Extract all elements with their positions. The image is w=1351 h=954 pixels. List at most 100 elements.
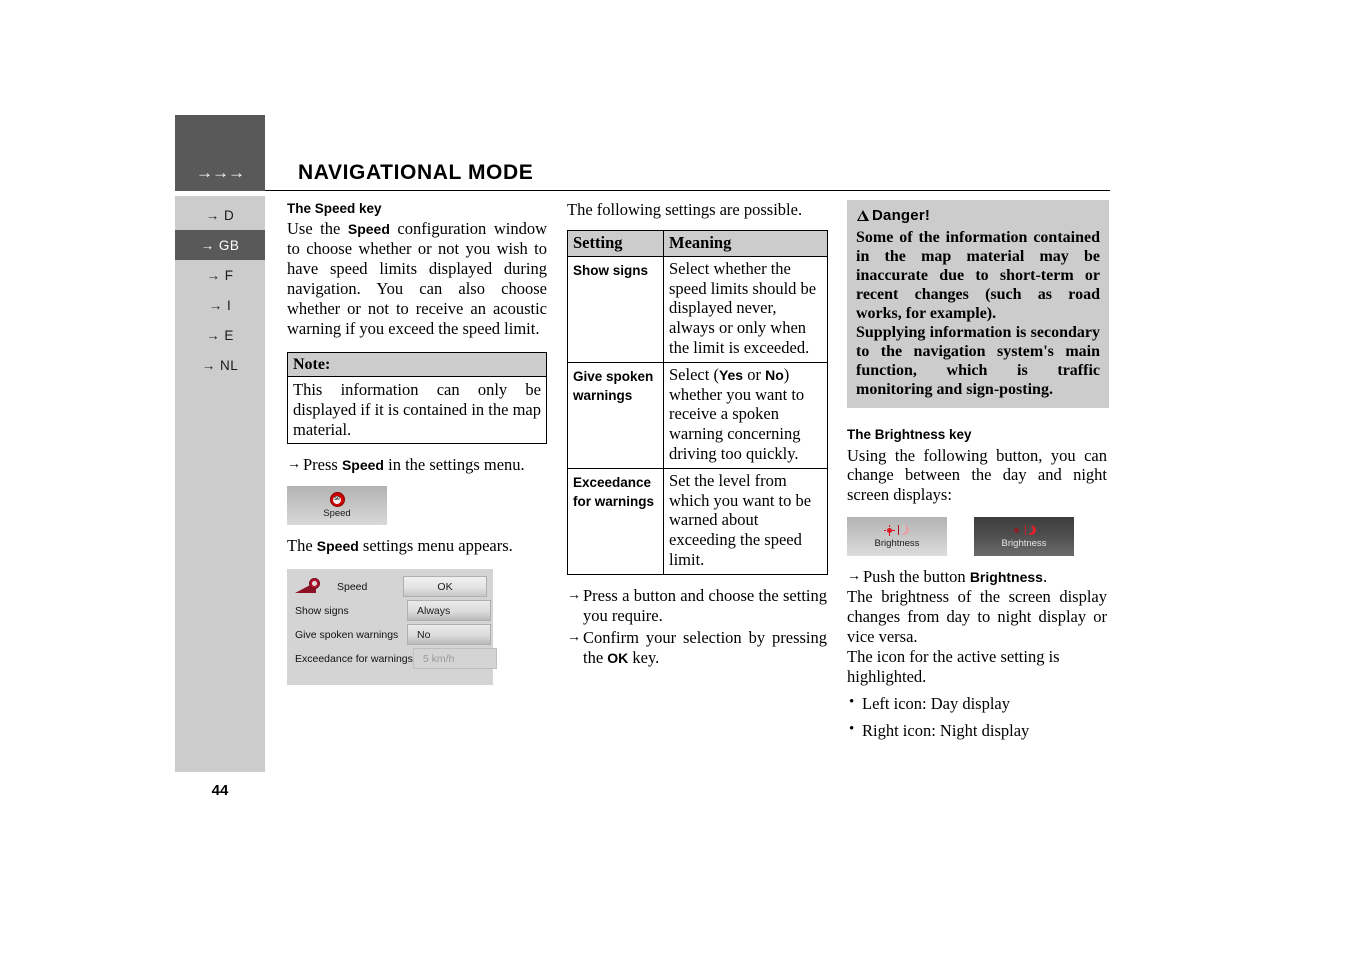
warning-triangle-icon [856,209,870,222]
column-left: The Speed key Use the Speed configuratio… [287,200,547,686]
sidebar-item-d[interactable]: → D [175,200,265,230]
step-push-brightness: Push the button Brightness. [847,567,1107,587]
exceedance-label: Exceedance for warnings [295,652,413,665]
table-header-setting: Setting [567,229,664,257]
table-row: Exceedance for warnings Set the level fr… [567,467,828,575]
table-intro: The following settings are possible. [567,200,803,219]
press-speed-post: in the settings menu. [383,455,525,475]
press-speed-pre: Press [303,455,342,475]
setting-row-spoken-warnings: Give spoken warnings No [293,623,491,646]
table-header-meaning: Meaning [663,229,828,257]
spoken-warnings-label: Give spoken warnings [295,628,399,641]
bullet-right-icon: Right icon: Night display [847,720,1107,741]
moon-icon [1028,525,1038,536]
page-number: 44 [211,782,229,799]
brightness-day-caption: Brightness [874,538,920,550]
note-box: Note: This information can only be displ… [287,351,547,445]
sun-icon [883,524,895,536]
sidebar-item-i[interactable]: → I [175,290,265,320]
table-row: Give spoken warnings Select (Yes or No) … [567,361,828,469]
sidebar-item-gb[interactable]: → GB [175,230,265,260]
note-body: This information can only be displayed i… [293,379,541,439]
row-meaning-spoken-warnings: Select (Yes or No) whether you want to r… [663,361,828,469]
divider-icon [1024,525,1026,536]
document-page: →→→ → D → GB → F → I → E → NL 44 NAVIGAT… [0,0,1351,954]
row-setting-show-signs: Show signs [567,255,664,363]
column-right: Danger! Some of the information containe… [847,200,1109,741]
brightness-explain-1: The brightness of the screen display cha… [847,587,1107,647]
moon-icon [901,525,911,536]
push-pre: Push the button [863,567,970,587]
step-press-button: Press a button and choose the setting yo… [567,586,827,626]
sidebar-item-nl[interactable]: → NL [175,350,265,380]
meaning-bold-no: No [765,366,784,383]
setting-row-show-signs: Show signs Always [293,599,491,622]
speed-key-heading: The Speed key [287,201,382,216]
table-header-row: Setting Meaning [567,229,828,257]
ok-button[interactable]: OK [403,576,487,598]
settings-meaning-table: Setting Meaning Show signs Select whethe… [567,229,828,575]
danger-paragraph-2: Supplying information is secondary to th… [856,324,1100,399]
step-press-speed: Press Speed in the settings menu. [287,455,547,475]
intro-part-1: Use the [287,219,348,239]
speed-button-caption: Speed [323,508,351,520]
row-setting-exceedance: Exceedance for warnings [567,467,664,575]
row-meaning-show-signs: Select whether the speed limits should b… [663,255,828,363]
bullet-left-icon: Left icon: Day display [847,693,1107,714]
intro-bold-speed: Speed [347,221,390,238]
speed-sign-value: 50 [334,496,340,503]
speed-wedge-icon [293,578,327,594]
menu-appears-bold: Speed [316,538,359,555]
speed-launcher-button[interactable]: 50 Speed [287,486,387,526]
meaning-pre: Select ( [669,364,719,384]
row-meaning-exceedance: Set the level from which you want to be … [663,467,828,575]
show-signs-label: Show signs [295,604,349,617]
push-post: . [1042,567,1048,587]
sun-icon [1011,525,1022,536]
page-title: NAVIGATIONAL MODE [298,161,534,184]
menu-appears-text: The Speed settings menu appears. [287,536,547,556]
brightness-button-day[interactable]: Brightness [847,517,947,557]
danger-body: Some of the information contained in the… [856,228,1100,399]
confirm-post: key. [628,647,660,667]
speed-settings-window: Speed OK Show signs Always Give spoken w… [287,569,497,686]
push-bold-brightness: Brightness [969,569,1043,586]
brightness-key-heading: The Brightness key [847,427,972,443]
danger-box: Danger! Some of the information containe… [847,200,1109,409]
brightness-night-caption: Brightness [1001,538,1047,550]
sidebar-item-f[interactable]: → F [175,260,265,290]
day-night-icons [1011,524,1038,536]
sidebar-item-e[interactable]: → E [175,320,265,350]
confirm-bold-ok: OK [607,649,629,666]
settings-window-titlebar: Speed OK [293,575,487,598]
language-sidebar: → D → GB → F → I → E → NL [175,196,265,772]
table-row: Show signs Select whether the speed limi… [567,255,828,363]
row-setting-spoken-warnings: Give spoken warnings [567,361,664,469]
step-confirm-selection: Confirm your selection by pressing the O… [567,628,827,668]
note-title: Note: [288,352,546,377]
danger-title: Danger! [872,207,931,224]
brightness-intro: Using the following button, you can chan… [847,445,1107,505]
column-middle: The following settings are possible. Set… [567,200,828,668]
chapter-arrows-icon: →→→ [196,163,245,182]
menu-appears-post: settings menu appears. [358,536,513,556]
exceedance-value[interactable]: 5 km/h [412,648,497,670]
divider-icon [897,525,899,536]
title-divider [265,190,1110,191]
brightness-button-night[interactable]: Brightness [974,517,1074,557]
rail-header: →→→ [175,115,265,191]
press-speed-bold: Speed [341,457,384,474]
brightness-explain-2: The icon for the active setting is highl… [847,647,1060,687]
settings-window-title: Speed [337,580,368,593]
show-signs-value[interactable]: Always [407,600,491,622]
danger-heading: Danger! [856,207,1100,224]
brightness-button-row: Brightness Brightness [847,517,1107,557]
meaning-bold-yes: Yes [718,366,744,383]
danger-paragraph-1: Some of the information contained in the… [856,229,1100,323]
speed-limit-50-sign-icon: 50 [329,492,345,508]
setting-row-exceedance: Exceedance for warnings 5 km/h [293,647,497,670]
menu-appears-pre: The [287,536,317,556]
speed-key-intro: Use the Speed configuration window to ch… [287,219,547,339]
meaning-mid: or [743,364,766,384]
spoken-warnings-value[interactable]: No [407,624,491,646]
